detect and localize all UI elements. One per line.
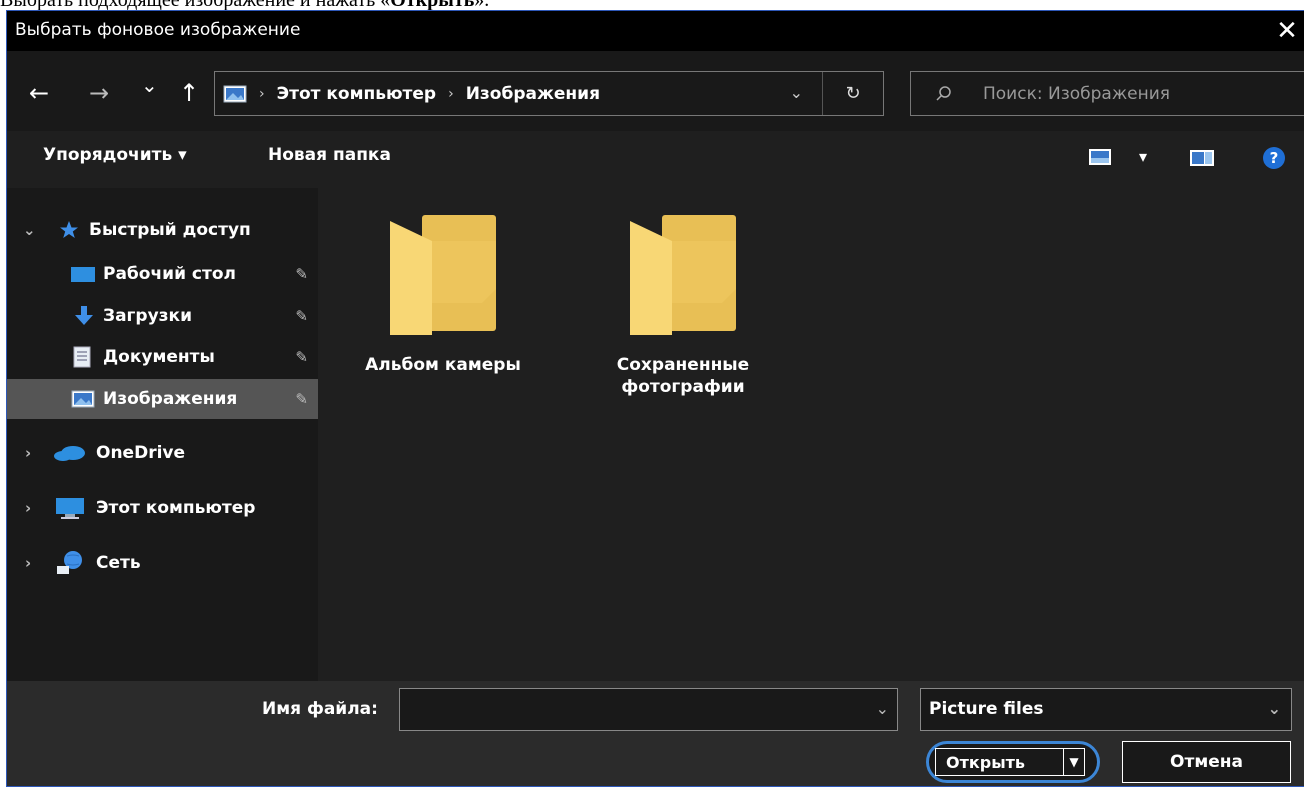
close-button[interactable]: ✕ (1270, 11, 1304, 51)
refresh-button[interactable]: ↻ (822, 72, 883, 115)
forward-button[interactable]: → (89, 81, 109, 105)
sidebar-item-label: Документы (103, 347, 215, 367)
dialog-title: Выбрать фоновое изображение (15, 20, 301, 40)
folder-item[interactable]: Альбом камеры (343, 211, 543, 376)
search-box[interactable]: Поиск: Изображения (910, 71, 1304, 116)
sidebar-item-label: Быстрый доступ (89, 220, 251, 240)
instruction-caption: Выбрать подходящее изображение и нажать … (0, 0, 1304, 10)
refresh-icon: ↻ (845, 83, 861, 104)
sidebar-item-quick-access[interactable]: ⌄ Быстрый доступ (7, 210, 318, 250)
sidebar-item-label: OneDrive (96, 443, 186, 463)
back-arrow-icon: ← (29, 79, 50, 107)
documents-icon (73, 346, 91, 368)
organize-button[interactable]: Упорядочить ▾ (43, 145, 187, 165)
address-dropdown-icon[interactable]: ⌄ (790, 83, 803, 102)
forward-arrow-icon: → (89, 79, 110, 107)
pin-icon[interactable]: ✎ (295, 265, 308, 283)
chevron-down-icon[interactable]: ⌄ (23, 221, 36, 239)
chevron-down-icon[interactable]: ⌄ (876, 699, 889, 718)
up-arrow-icon: ↑ (179, 79, 200, 107)
computer-icon (56, 498, 84, 519)
chevron-down-icon: ⌄ (141, 73, 158, 97)
sidebar-item-downloads[interactable]: Загрузки ✎ (7, 296, 318, 336)
sidebar-item-desktop[interactable]: Рабочий стол ✎ (7, 254, 318, 294)
sidebar-item-pictures[interactable]: Изображения ✎ (7, 379, 318, 419)
search-icon (936, 85, 951, 101)
breadcrumb-pictures[interactable]: Изображения (466, 84, 600, 104)
sidebar-item-this-pc[interactable]: › Этот компьютер (7, 488, 318, 528)
open-button-label: Открыть (946, 752, 1026, 772)
download-icon (75, 306, 93, 325)
folder-label: фотографии (621, 377, 745, 397)
preview-pane-icon (1190, 150, 1214, 166)
folder-item[interactable]: Сохраненные фотографии (583, 211, 783, 398)
cancel-button-label: Отмена (1170, 752, 1243, 772)
sidebar-item-label: Загрузки (103, 306, 193, 326)
cancel-button[interactable]: Отмена (1122, 741, 1291, 783)
sidebar-item-network[interactable]: › Сеть (7, 543, 318, 583)
preview-pane-button[interactable] (1190, 150, 1214, 166)
view-icon (1089, 149, 1111, 165)
open-split-dropdown[interactable]: ▼ (1063, 749, 1084, 775)
change-view-button[interactable] (1089, 149, 1111, 165)
search-placeholder: Поиск: Изображения (983, 83, 1170, 104)
star-icon (60, 221, 78, 238)
up-button[interactable]: ↑ (179, 81, 199, 105)
folder-icon (390, 215, 496, 335)
new-folder-button[interactable]: Новая папка (268, 145, 391, 165)
chevron-down-icon: ⌄ (1267, 699, 1281, 718)
filetype-value: Picture files (929, 699, 1044, 719)
sidebar-item-label: Сеть (96, 553, 141, 573)
help-icon: ? (1269, 149, 1279, 167)
breadcrumb-this-pc[interactable]: Этот компьютер (277, 84, 436, 104)
chevron-down-icon: ▼ (1069, 755, 1079, 769)
view-dropdown-icon[interactable]: ▾ (1139, 147, 1147, 166)
network-icon (57, 551, 82, 574)
folder-label: Альбом камеры (365, 355, 521, 375)
address-bar[interactable]: › Этот компьютер › Изображения ⌄ ↻ (214, 71, 884, 116)
sidebar-item-documents[interactable]: Документы ✎ (7, 337, 318, 377)
sidebar-item-label: Изображения (103, 389, 238, 409)
folder-icon (630, 215, 736, 335)
chevron-right-icon[interactable]: › (25, 499, 31, 517)
pin-icon[interactable]: ✎ (295, 348, 308, 366)
sidebar-item-onedrive[interactable]: › OneDrive (7, 433, 318, 473)
desktop-icon (71, 267, 95, 282)
help-button[interactable]: ? (1263, 147, 1285, 169)
pin-icon[interactable]: ✎ (295, 390, 308, 408)
open-button[interactable]: Открыть ▼ (926, 741, 1100, 783)
pictures-icon (223, 85, 247, 102)
breadcrumb-separator: › (259, 85, 265, 102)
pictures-icon (71, 390, 95, 408)
chevron-right-icon[interactable]: › (25, 444, 31, 462)
file-open-dialog: Выбрать фоновое изображение ✕ ← → ⌄ ↑ › … (6, 10, 1304, 787)
close-icon: ✕ (1276, 16, 1298, 46)
filename-input[interactable]: ⌄ (399, 688, 898, 731)
filename-label: Имя файла: (262, 699, 378, 719)
filetype-select[interactable]: Picture files ⌄ (920, 688, 1292, 731)
pin-icon[interactable]: ✎ (295, 307, 308, 325)
sidebar-item-label: Этот компьютер (96, 498, 256, 518)
back-button[interactable]: ← (29, 81, 49, 105)
cloud-icon (54, 446, 85, 461)
chevron-right-icon[interactable]: › (25, 554, 31, 572)
recent-locations-button[interactable]: ⌄ (141, 75, 158, 95)
open-button-body[interactable]: Открыть ▼ (935, 748, 1085, 776)
breadcrumb-separator: › (448, 85, 454, 102)
title-bar: Выбрать фоновое изображение ✕ (7, 11, 1304, 51)
sidebar-item-label: Рабочий стол (103, 264, 236, 284)
folder-label: Сохраненные (616, 355, 750, 375)
